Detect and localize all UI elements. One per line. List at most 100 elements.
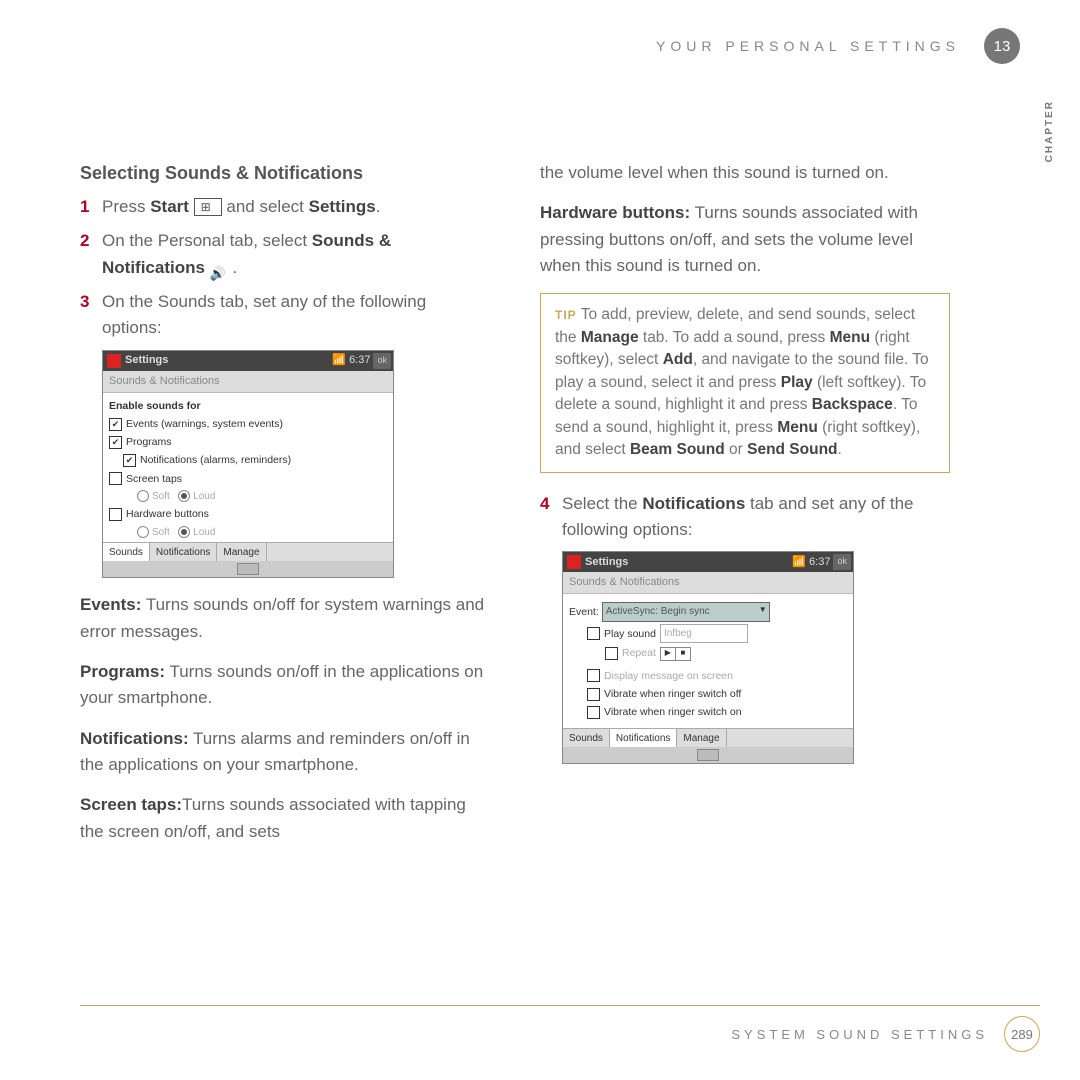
tab-manage[interactable]: Manage [217,543,266,561]
step-number: 3 [80,289,102,342]
term: Hardware buttons: [540,203,690,222]
label: Repeat [622,645,656,661]
bold: Send Sound [747,441,837,458]
event-label: Event: [569,604,599,620]
label: Notifications (alarms, reminders) [140,452,291,468]
windows-start-icon [194,198,222,216]
tip-box: TIP To add, preview, delete, and send so… [540,293,950,472]
step-2: 2 On the Personal tab, select Sounds & N… [80,228,490,281]
text: Select the [562,494,642,513]
checkbox-play-sound[interactable] [587,627,600,640]
screenshot-sounds-tab: Settings 📶 6:37 ok Sounds & Notification… [102,350,394,579]
checkbox-programs[interactable]: ✔ [109,436,122,449]
step-1: 1 Press Start and select Settings. [80,194,490,220]
desc-screentaps-cont: the volume level when this sound is turn… [540,160,950,186]
tab-notifications[interactable]: Notifications [150,543,217,561]
sound-file-input[interactable]: Infbeg [660,624,748,644]
text: tab. To add a sound, press [639,329,830,346]
window-title: Settings [585,554,628,571]
label: Vibrate when ringer switch off [604,686,741,702]
label: Screen taps [126,471,182,487]
label: Programs [126,434,172,450]
clock: 6:37 [809,554,830,571]
bold: Manage [581,329,639,346]
section-title: Selecting Sounds & Notifications [80,160,490,188]
ok-button[interactable]: ok [373,353,391,369]
panel-subtitle: Sounds & Notifications [563,572,853,594]
step-number: 1 [80,194,102,220]
footer-title: SYSTEM SOUND SETTINGS [731,1027,988,1042]
checkbox-screen-taps[interactable] [109,472,122,485]
text: . [838,441,842,458]
start-flag-icon [107,354,121,368]
radio-loud[interactable] [178,526,190,538]
bold: Add [663,351,693,368]
step-4: 4 Select the Notifications tab and set a… [540,491,950,544]
text: Press [102,197,150,216]
enable-sounds-header: Enable sounds for [109,398,387,414]
label: Loud [193,491,215,502]
text: On the Personal tab, select [102,231,312,250]
text: or [725,441,747,458]
bold: Menu [777,419,817,436]
checkbox-display-message[interactable] [587,669,600,682]
bold: Play [781,374,813,391]
label: Loud [193,527,215,538]
term: Events: [80,595,141,614]
screenshot-notifications-tab: Settings 📶 6:37 ok Sounds & Notification… [562,551,854,764]
text: On the Sounds tab, set any of the follow… [102,289,490,342]
step-number: 2 [80,228,102,281]
label: Hardware buttons [126,506,209,522]
label: Events (warnings, system events) [126,416,283,432]
signal-icon: 📶 [792,554,806,571]
text: . [232,258,237,277]
label: Soft [152,527,170,538]
bold: Beam Sound [630,441,725,458]
checkbox-vibrate-on[interactable] [587,706,600,719]
tip-label: TIP [555,308,577,322]
radio-loud[interactable] [178,490,190,502]
label: Vibrate when ringer switch on [604,704,742,720]
checkbox-events[interactable]: ✔ [109,418,122,431]
checkbox-repeat[interactable] [605,647,618,660]
play-controls: ▶ ■ [660,647,691,661]
chapter-number-badge: 13 [984,28,1020,64]
window-title: Settings [125,352,168,369]
page-footer: SYSTEM SOUND SETTINGS 289 [80,1005,1040,1052]
clock: 6:37 [349,352,370,369]
text: Turns sounds on/off for system warnings … [80,595,484,640]
tab-sounds[interactable]: Sounds [103,543,150,561]
desc-events: Events: Turns sounds on/off for system w… [80,592,490,645]
term: Screen taps: [80,795,182,814]
checkbox-vibrate-off[interactable] [587,688,600,701]
speaker-icon [210,260,228,276]
running-header: YOUR PERSONAL SETTINGS [656,38,960,54]
event-dropdown[interactable]: ActiveSync: Begin sync [602,602,770,622]
label: Display message on screen [604,668,733,684]
bold: Menu [830,329,870,346]
desc-notifications: Notifications: Turns alarms and reminder… [80,726,490,779]
keyboard-icon[interactable] [697,749,719,761]
desc-hwbuttons: Hardware buttons: Turns sounds associate… [540,200,950,279]
keyboard-icon[interactable] [237,563,259,575]
tab-sounds[interactable]: Sounds [563,729,610,747]
step-number: 4 [540,491,562,544]
tab-manage[interactable]: Manage [677,729,726,747]
term: Programs: [80,662,165,681]
desc-screentaps: Screen taps:Turns sounds associated with… [80,792,490,845]
radio-soft[interactable] [137,490,149,502]
bold: Backspace [812,396,893,413]
play-button[interactable]: ▶ [661,648,676,660]
label: Soft [152,491,170,502]
page-number: 289 [1004,1016,1040,1052]
radio-soft[interactable] [137,526,149,538]
stop-button[interactable]: ■ [676,648,690,660]
term: Notifications: [80,729,189,748]
checkbox-notifications[interactable]: ✔ [123,454,136,467]
text: . [376,197,381,216]
tab-notifications[interactable]: Notifications [610,729,677,747]
checkbox-hardware-buttons[interactable] [109,508,122,521]
bold-start: Start [150,197,189,216]
label: Play sound [604,626,656,642]
ok-button[interactable]: ok [833,554,851,570]
